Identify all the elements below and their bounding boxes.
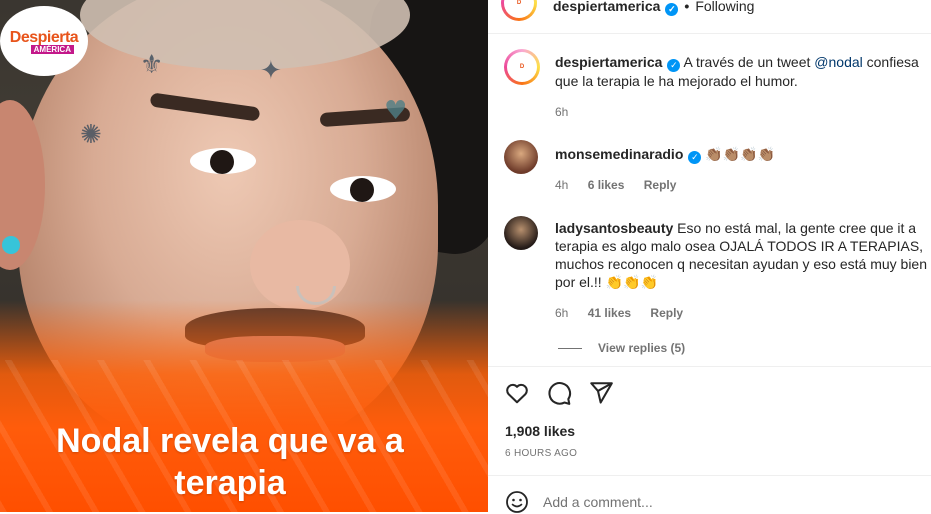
media-caption: Nodal revela que va a terapia: [56, 422, 404, 502]
verified-icon: ✓: [665, 3, 679, 16]
caption-username[interactable]: despiertamerica: [555, 54, 662, 70]
post-caption: despiertamerica ✓ A través de un tweet @n…: [555, 53, 931, 90]
view-replies-button[interactable]: View replies (5): [558, 341, 685, 355]
heart-icon[interactable]: [504, 380, 530, 406]
divider: [488, 475, 931, 476]
comment-time[interactable]: 4h: [555, 178, 568, 192]
right-eye: [330, 176, 396, 202]
reply-button[interactable]: Reply: [644, 178, 677, 192]
avatar-logo-mini: D: [504, 0, 534, 18]
despierta-america-logo: Despierta AMÉRICA: [0, 6, 88, 76]
face-tattoo: ⚜: [140, 50, 164, 80]
comment-time[interactable]: 6h: [555, 306, 568, 320]
replies-line: [558, 347, 582, 349]
comment-username[interactable]: ladysantosbeauty: [555, 220, 673, 236]
reply-button[interactable]: Reply: [650, 306, 683, 320]
comment-text: 👏🏽👏🏽👏🏽👏🏽: [705, 146, 775, 162]
comment-meta: 4h 6 likes Reply: [555, 178, 692, 192]
comment-likes[interactable]: 6 likes: [588, 178, 625, 192]
share-icon[interactable]: [588, 380, 614, 406]
separator-dot: •: [684, 0, 690, 14]
post-timestamp[interactable]: 6 HOURS AGO: [505, 448, 577, 459]
comment-avatar[interactable]: [504, 140, 538, 174]
face-tattoo: ✦: [260, 56, 282, 86]
verified-icon: ✓: [688, 150, 702, 164]
comment-likes[interactable]: 41 likes: [588, 306, 631, 320]
mention-link[interactable]: @nodal: [814, 54, 862, 70]
likes-count[interactable]: 1,908 likes: [505, 423, 575, 439]
divider: [488, 33, 931, 34]
caption-time[interactable]: 6h: [555, 105, 568, 119]
comment-avatar[interactable]: [504, 216, 538, 250]
emoji-icon[interactable]: [505, 490, 529, 514]
view-replies-label: View replies (5): [598, 341, 686, 355]
divider: [488, 366, 931, 367]
add-comment-input[interactable]: Add a comment...: [543, 494, 653, 510]
comment-item: monsemedinaradio ✓ 👏🏽👏🏽👏🏽👏🏽: [555, 145, 931, 164]
verified-icon: ✓: [667, 58, 681, 72]
face-tattoo: ✺: [80, 120, 102, 150]
caption-text-before: A través de un tweet: [683, 54, 811, 70]
earring: [2, 236, 20, 254]
following-button[interactable]: Following: [695, 0, 754, 14]
logo-sub-text: AMÉRICA: [30, 44, 74, 54]
caption-meta: 6h: [555, 105, 584, 119]
comment-item: ladysantosbeauty Eso no está mal, la gen…: [555, 219, 931, 291]
header-username[interactable]: despiertamerica: [553, 0, 660, 14]
comment-icon[interactable]: [546, 380, 572, 406]
comment-meta: 6h 41 likes Reply: [555, 306, 699, 320]
header-avatar[interactable]: D: [501, 0, 537, 21]
face-tattoo: ♥: [384, 96, 408, 126]
avatar-logo-mini: D: [507, 52, 537, 82]
add-comment-row: Add a comment...: [505, 490, 653, 514]
left-eye: [190, 148, 256, 174]
action-bar: [504, 380, 614, 406]
author-avatar[interactable]: D: [504, 49, 540, 85]
comment-username[interactable]: monsemedinaradio: [555, 146, 683, 162]
post-details-panel: D despiertamerica ✓ • Following D despierta…: [488, 0, 931, 514]
header-username-row: despiertamerica ✓ • Following: [553, 0, 754, 16]
post-image[interactable]: ⚜ ✦ ✺ ♥ Despierta AMÉRICA Nodal revela q…: [0, 0, 488, 512]
